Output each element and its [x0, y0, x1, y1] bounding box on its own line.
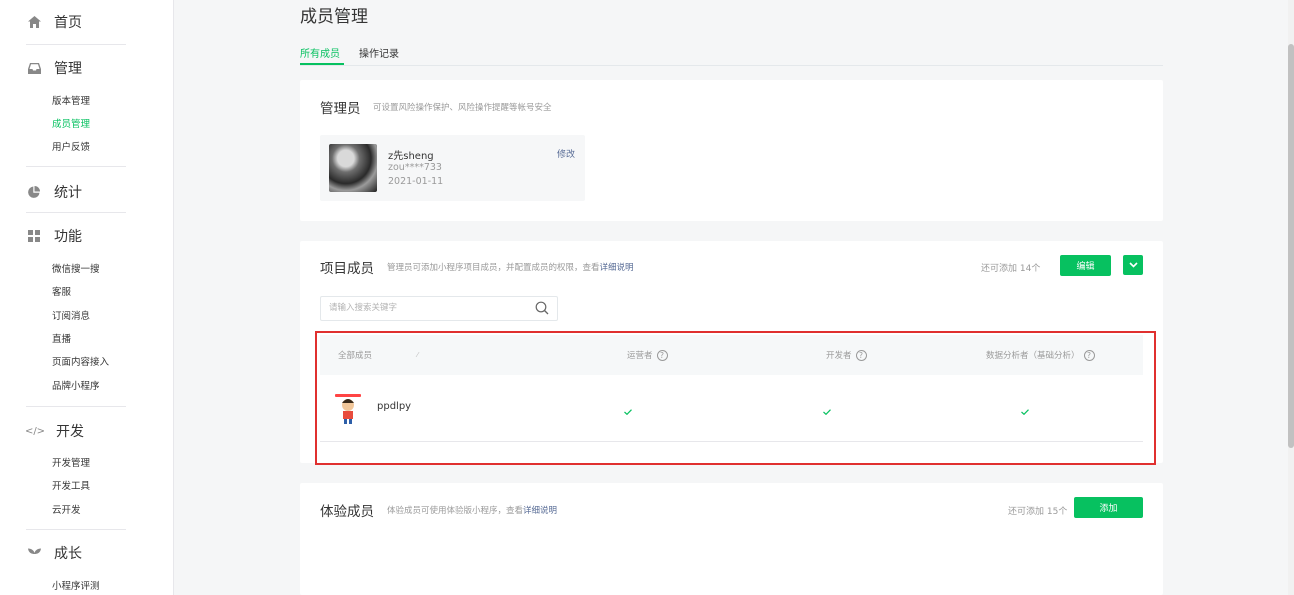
admin-info-box: z先sheng zou****733 2021-01-11 修改	[320, 135, 585, 201]
admin-account: zou****733	[388, 162, 442, 173]
trial-card-desc-text: 体验成员可使用体验版小程序，查看	[387, 506, 524, 516]
divider	[26, 406, 126, 407]
sidebar-item-version-manage[interactable]: 版本管理	[52, 96, 90, 108]
help-icon[interactable]: ?	[656, 349, 668, 361]
checkmark-icon	[823, 409, 831, 416]
trial-remain-count: 还可添加 15个	[1008, 507, 1068, 517]
sidebar-item-page-content[interactable]: 页面内容接入	[52, 357, 109, 369]
sidebar-item-evaluation[interactable]: 小程序评测	[52, 581, 100, 593]
page-title: 成员管理	[300, 7, 368, 27]
operator-check	[624, 400, 632, 419]
admin-date: 2021-01-11	[388, 176, 444, 187]
chevron-down-icon	[1128, 262, 1138, 268]
project-card-desc-text: 管理员可添加小程序项目成员，并配置成员的权限，查看	[387, 263, 600, 273]
pie-chart-icon	[26, 184, 42, 200]
col-all-members[interactable]: 全部成员 ⁄	[338, 349, 418, 361]
admin-name: z先sheng	[388, 151, 434, 162]
sprout-icon	[26, 545, 42, 561]
add-button[interactable]: 添加	[1074, 497, 1143, 518]
project-card-title: 项目成员	[320, 261, 374, 277]
tab-operation-log[interactable]: 操作记录	[359, 45, 399, 60]
trial-card-title: 体验成员	[320, 504, 374, 520]
edit-button[interactable]: 编辑	[1060, 255, 1111, 276]
sidebar-item-customer-service[interactable]: 客服	[52, 287, 71, 299]
col-operator-label: 运营者	[627, 351, 653, 361]
col-developer: 开发者?	[826, 349, 867, 361]
search-icon[interactable]	[535, 301, 549, 315]
divider	[26, 166, 126, 167]
project-remain-count: 还可添加 14个	[981, 264, 1041, 274]
tab-all-members[interactable]: 所有成员	[300, 45, 340, 60]
sidebar-item-manage[interactable]: 管理	[26, 56, 82, 80]
sidebar-item-brand-miniprogram[interactable]: 品牌小程序	[52, 381, 100, 393]
admin-card-title: 管理员	[320, 101, 361, 117]
sidebar-stats-label: 统计	[54, 185, 82, 201]
sort-icon[interactable]: ⁄	[417, 351, 418, 359]
grid-icon	[26, 228, 42, 244]
sidebar-home-label: 首页	[54, 15, 82, 31]
help-icon[interactable]: ?	[855, 349, 867, 361]
table-row: ppdlpy	[320, 375, 1143, 442]
analyst-check	[1021, 400, 1029, 419]
sidebar: 首页 管理 版本管理 成员管理 用户反馈 统计 功能 微信搜一搜 客服 订阅消息…	[0, 0, 174, 595]
help-icon[interactable]: ?	[1083, 349, 1095, 361]
col-all-members-label: 全部成员	[338, 351, 373, 361]
admin-edit-link[interactable]: 修改	[557, 147, 575, 160]
sidebar-item-wechat-search[interactable]: 微信搜一搜	[52, 264, 100, 276]
divider	[26, 212, 126, 213]
active-tab-indicator	[300, 63, 344, 65]
sidebar-item-growth[interactable]: 成长	[26, 541, 82, 565]
table-header: 全部成员 ⁄ 运营者? 开发者? 数据分析者（基础分析）?	[320, 335, 1143, 375]
col-operator: 运营者?	[627, 349, 668, 361]
search-input[interactable]	[321, 297, 537, 318]
sidebar-item-member-manage[interactable]: 成员管理	[52, 119, 90, 131]
code-icon: </>	[24, 425, 46, 437]
admin-card: 管理员 可设置风险操作保护、风险操作提醒等帐号安全 z先sheng zou***…	[300, 80, 1163, 221]
developer-check	[823, 400, 831, 419]
sidebar-item-home[interactable]: 首页	[26, 10, 82, 34]
checkmark-icon	[1021, 409, 1029, 416]
sidebar-dev-label: 开发	[56, 424, 84, 440]
scrollbar-thumb[interactable]	[1288, 44, 1294, 448]
sidebar-manage-label: 管理	[54, 61, 82, 77]
sidebar-item-user-feedback[interactable]: 用户反馈	[52, 142, 90, 154]
member-avatar	[335, 394, 361, 424]
sidebar-item-stats[interactable]: 统计	[26, 180, 82, 204]
trial-details-link[interactable]: 详细说明	[523, 506, 557, 516]
project-details-link[interactable]: 详细说明	[600, 263, 634, 273]
sidebar-item-dev-tools[interactable]: 开发工具	[52, 481, 90, 493]
divider	[26, 44, 126, 45]
col-developer-label: 开发者	[826, 351, 852, 361]
member-search	[320, 296, 558, 321]
sidebar-features-label: 功能	[54, 229, 82, 245]
col-analyst-label: 数据分析者（基础分析）	[986, 351, 1080, 361]
sidebar-item-features[interactable]: 功能	[26, 224, 82, 248]
trial-card-desc: 体验成员可使用体验版小程序，查看详细说明	[387, 504, 557, 516]
sidebar-item-dev-manage[interactable]: 开发管理	[52, 458, 90, 470]
member-name: ppdlpy	[377, 401, 412, 412]
project-members-card: 项目成员 管理员可添加小程序项目成员，并配置成员的权限，查看详细说明 还可添加 …	[300, 241, 1163, 463]
sidebar-item-live[interactable]: 直播	[52, 334, 71, 346]
checkmark-icon	[624, 409, 632, 416]
sidebar-item-dev[interactable]: </> 开发	[24, 419, 84, 443]
sidebar-item-subscription[interactable]: 订阅消息	[52, 311, 90, 323]
col-analyst: 数据分析者（基础分析）?	[986, 349, 1095, 361]
sidebar-item-cloud-dev[interactable]: 云开发	[52, 505, 81, 517]
inbox-icon	[26, 60, 42, 76]
tab-bar: 所有成员 操作记录	[300, 43, 1163, 66]
home-icon	[26, 14, 42, 30]
avatar	[329, 144, 377, 192]
admin-card-desc: 可设置风险操作保护、风险操作提醒等帐号安全	[373, 103, 552, 113]
scrollbar[interactable]	[1288, 0, 1294, 595]
dropdown-button[interactable]	[1123, 255, 1143, 275]
divider	[26, 529, 126, 530]
sidebar-growth-label: 成长	[54, 546, 82, 562]
project-card-desc: 管理员可添加小程序项目成员，并配置成员的权限，查看详细说明	[387, 261, 634, 273]
trial-members-card: 体验成员 体验成员可使用体验版小程序，查看详细说明 还可添加 15个 添加	[300, 483, 1163, 595]
